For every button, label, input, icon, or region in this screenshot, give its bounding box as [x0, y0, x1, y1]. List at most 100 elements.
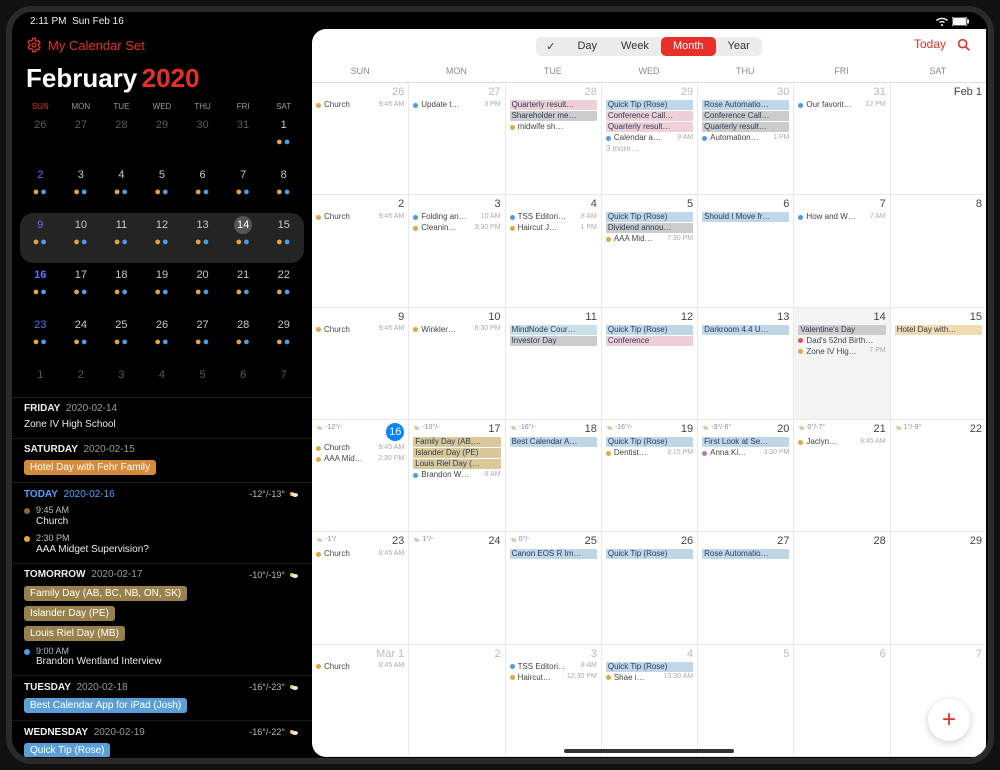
agenda-event[interactable]: 9:00 AMBrandon Wentland Interview — [24, 646, 300, 669]
mini-cal-day[interactable]: 24●● — [61, 313, 102, 363]
day-cell[interactable]: -16°/-18Best Calendar A… — [505, 420, 601, 531]
mini-cal-day[interactable]: 3 — [101, 363, 142, 391]
mini-cal-day[interactable]: 26●● — [142, 313, 183, 363]
event-timed[interactable]: Update t…3 PM — [413, 100, 500, 110]
day-cell[interactable]: 28Quarterly result…Shareholder me…midwif… — [505, 83, 601, 194]
day-cell[interactable]: 4TSS Editori…8 AMHaircut J…1 PM — [505, 195, 601, 306]
mini-cal-day[interactable]: 13●● — [182, 213, 223, 263]
mini-calendar[interactable]: SUNMONTUEWEDTHUFRISAT 2627282930311●●2●●… — [12, 98, 312, 397]
mini-cal-day[interactable]: 2●● — [20, 163, 61, 213]
event-allday[interactable]: Quick Tip (Rose) — [606, 437, 693, 447]
agenda-section[interactable]: TODAY 2020-02-16-12°/-13° 9:45 AMChurch2… — [12, 483, 312, 564]
agenda-section[interactable]: SATURDAY 2020-02-15Hotel Day with Fehr F… — [12, 439, 312, 483]
day-cell[interactable]: -12°/-16Church9:45 AMAAA Mid…2:30 PM — [312, 420, 408, 531]
event-timed[interactable]: Dad's 52nd Birth… — [798, 336, 885, 346]
day-cell[interactable]: 7How and W…7 AM — [793, 195, 889, 306]
event-timed[interactable]: AAA Mid…7:30 PM — [606, 234, 693, 244]
mini-cal-day[interactable]: 4 — [142, 363, 183, 391]
mini-cal-day[interactable]: 2 — [61, 363, 102, 391]
event-allday[interactable]: Should I Move fr… — [702, 212, 789, 222]
event-allday[interactable]: Quarterly result… — [510, 100, 597, 110]
event-timed[interactable]: Church9:45 AM — [316, 662, 404, 672]
add-event-button[interactable]: + — [928, 699, 970, 741]
day-cell[interactable]: 12Quick Tip (Rose)Conference — [601, 308, 697, 419]
agenda-event[interactable]: Zone IV High School — [24, 419, 300, 431]
event-allday[interactable]: Quick Tip (Rose) — [606, 100, 693, 110]
event-allday[interactable]: Best Calendar A… — [510, 437, 597, 447]
seg-month[interactable]: Month — [661, 37, 716, 56]
seg-list[interactable]: ✓ — [536, 37, 565, 56]
day-cell[interactable]: 0°/-7°21Jaclyn…9:45 AM — [793, 420, 889, 531]
mini-cal-day[interactable]: 5●● — [142, 163, 183, 213]
mini-cal-day[interactable]: 29 — [142, 113, 183, 163]
day-cell[interactable]: 1°/-9°22 — [890, 420, 986, 531]
event-timed[interactable]: TSS Editori…8 AM — [510, 662, 597, 672]
mini-cal-day[interactable]: 28●● — [223, 313, 264, 363]
mini-cal-day[interactable]: 21●● — [223, 263, 264, 313]
agenda-event-pill[interactable]: Quick Tip (Rose) — [24, 743, 110, 757]
mini-cal-day[interactable]: 1●● — [263, 113, 304, 163]
mini-cal-day[interactable]: 25●● — [101, 313, 142, 363]
event-allday[interactable]: Quarterly result… — [606, 122, 693, 132]
day-cell[interactable]: 26Church9:45 AM — [312, 83, 408, 194]
event-allday[interactable]: Rose Automatio… — [702, 549, 789, 559]
event-timed[interactable]: Brandon W…9 AM — [413, 470, 500, 480]
event-allday[interactable]: Rose Automatio… — [702, 100, 789, 110]
event-allday[interactable]: Conference Call… — [702, 111, 789, 121]
day-cell[interactable]: 6 — [793, 645, 889, 756]
mini-cal-day[interactable]: 8●● — [263, 163, 304, 213]
event-timed[interactable]: Haircut…12:30 PM — [510, 673, 597, 683]
day-cell[interactable]: Feb 1 — [890, 83, 986, 194]
mini-cal-day[interactable]: 16●● — [20, 263, 61, 313]
mini-cal-day[interactable]: 29●● — [263, 313, 304, 363]
mini-cal-row[interactable]: 9●●10●●11●●12●●13●●14●●15●● — [20, 213, 304, 263]
event-timed[interactable]: Haircut J…1 PM — [510, 223, 597, 233]
month-grid[interactable]: 26Church9:45 AM27Update t…3 PM28Quarterl… — [312, 83, 986, 757]
agenda-event-pill[interactable]: Islander Day (PE) — [24, 606, 115, 621]
agenda-event[interactable]: 2:30 PMAAA Midget Supervision? — [24, 533, 300, 556]
mini-cal-day[interactable]: 23●● — [20, 313, 61, 363]
seg-day[interactable]: Day — [565, 37, 609, 56]
day-cell[interactable]: 26Quick Tip (Rose) — [601, 532, 697, 643]
mini-cal-day[interactable]: 10●● — [61, 213, 102, 263]
event-timed[interactable]: Cleanin…3:30 PM — [413, 223, 500, 233]
event-timed[interactable]: Our favorit…12 PM — [798, 100, 885, 110]
event-allday[interactable]: First Look at Se… — [702, 437, 789, 447]
day-cell[interactable]: 9Church9:45 AM — [312, 308, 408, 419]
day-cell[interactable]: 3Folding an…10 AMCleanin…3:30 PM — [408, 195, 504, 306]
mini-cal-day[interactable]: 22●● — [263, 263, 304, 313]
event-allday[interactable]: Valentine's Day — [798, 325, 885, 335]
mini-cal-day[interactable]: 15●● — [263, 213, 304, 263]
day-cell[interactable]: 13Darkroom 4.4 U… — [697, 308, 793, 419]
event-allday[interactable]: Louis Riel Day (… — [413, 459, 500, 469]
event-allday[interactable]: Islander Day (PE) — [413, 448, 500, 458]
day-cell[interactable]: 2Church9:45 AM — [312, 195, 408, 306]
day-cell[interactable]: -3°/-6°20First Look at Se…Anna Ki…3:30 P… — [697, 420, 793, 531]
event-timed[interactable]: Church9:45 AM — [316, 443, 404, 453]
mini-cal-day[interactable]: 31 — [223, 113, 264, 163]
day-cell[interactable]: Mar 1Church9:45 AM — [312, 645, 408, 756]
day-cell[interactable]: 8 — [890, 195, 986, 306]
agenda-event-pill[interactable]: Louis Riel Day (MB) — [24, 626, 125, 641]
event-timed[interactable]: Church9:45 AM — [316, 212, 404, 222]
mini-cal-row[interactable]: 16●●17●●18●●19●●20●●21●●22●● — [20, 263, 304, 313]
event-timed[interactable]: Church9:45 AM — [316, 100, 404, 110]
home-indicator[interactable] — [564, 749, 734, 753]
day-cell[interactable]: 27Update t…3 PM — [408, 83, 504, 194]
mini-cal-day[interactable]: 19●● — [142, 263, 183, 313]
event-allday[interactable]: Hotel Day with… — [895, 325, 982, 335]
today-button[interactable]: Today — [914, 37, 946, 51]
event-timed[interactable]: Church9:45 AM — [316, 325, 404, 335]
event-timed[interactable]: Calendar a…9 AM — [606, 133, 693, 143]
mini-cal-day[interactable]: 28 — [101, 113, 142, 163]
day-cell[interactable]: 4Quick Tip (Rose)Shae i…10:30 AM — [601, 645, 697, 756]
event-allday[interactable]: Conference — [606, 336, 693, 346]
event-allday[interactable]: MindNode Cour… — [510, 325, 597, 335]
mini-cal-day[interactable]: 30 — [182, 113, 223, 163]
event-more[interactable]: 3 more… — [606, 144, 693, 154]
event-timed[interactable]: Jaclyn…9:45 AM — [798, 437, 885, 447]
mini-cal-row[interactable]: 2●●3●●4●●5●●6●●7●●8●● — [20, 163, 304, 213]
day-cell[interactable]: -16°/-19Quick Tip (Rose)Dentist…3:15 PM — [601, 420, 697, 531]
mini-cal-day[interactable]: 4●● — [101, 163, 142, 213]
calendar-set-label[interactable]: My Calendar Set — [48, 38, 145, 53]
